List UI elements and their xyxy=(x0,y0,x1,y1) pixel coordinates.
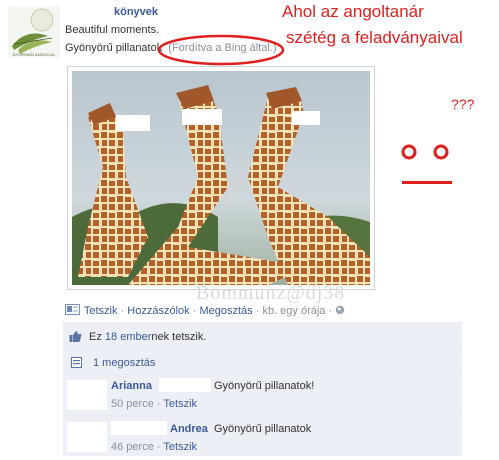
share-icon xyxy=(71,357,82,368)
separator-dot: · xyxy=(255,305,260,317)
comment-link[interactable]: Hozzászólok xyxy=(127,305,189,317)
likes-prefix: Ez xyxy=(89,331,105,343)
comment-item: Arianna Gyönyörű pillanatok! 50 perce · … xyxy=(63,375,462,415)
commenter-avatar[interactable] xyxy=(67,422,107,452)
comment-text: Gyönyörű pillanatok! xyxy=(214,380,315,392)
comment-meta: 46 perce · Tetszik xyxy=(111,441,197,453)
post-text-english: Beautiful moments. xyxy=(65,24,160,36)
post-timestamp[interactable]: kb. egy órája xyxy=(262,305,325,317)
leaf-logo-icon xyxy=(8,6,60,58)
likes-text: Ez 18 embernek tetszik. xyxy=(89,331,206,343)
post-author-name[interactable]: könyvek xyxy=(114,6,158,18)
logo-caption: GYORSAN ANGOLUL xyxy=(12,52,56,57)
comment-item: Andrea Gyönyörű pillanatok 46 perce · Te… xyxy=(63,416,462,456)
separator-dot: · xyxy=(328,305,333,317)
like-icon xyxy=(65,304,80,315)
annotation-question: ??? xyxy=(451,96,475,112)
comment-time[interactable]: 50 perce xyxy=(111,398,154,410)
comment-meta: 50 perce · Tetszik xyxy=(111,398,197,410)
likes-suffix: nek tetszik. xyxy=(151,331,207,343)
separator-dot: · xyxy=(156,441,161,453)
annotation-title-line2: szétég a feladványaival xyxy=(286,28,463,47)
likes-panel: Ez 18 embernek tetszik. xyxy=(63,322,462,350)
separator-dot: · xyxy=(156,398,161,410)
share-link[interactable]: Megosztás xyxy=(199,305,252,317)
annotation-ellipse xyxy=(157,34,285,66)
page-avatar[interactable]: GYORSAN ANGOLUL xyxy=(8,6,60,58)
thumbs-up-icon xyxy=(69,331,82,342)
comment-time[interactable]: 46 perce xyxy=(111,441,154,453)
likes-people-link[interactable]: 18 ember xyxy=(105,331,151,343)
comment-like-link[interactable]: Tetszik xyxy=(163,398,197,410)
comment-author[interactable]: Arianna xyxy=(111,380,152,392)
comment-author[interactable]: Andrea xyxy=(170,423,208,435)
separator-dot: · xyxy=(120,305,125,317)
annotation-title-line1: Ahol az angoltanár xyxy=(282,2,424,21)
separator-dot: · xyxy=(192,305,197,317)
watermark-text: Bommunz@dj38 xyxy=(196,282,346,304)
redacted-first-name xyxy=(111,421,167,435)
post-photo[interactable] xyxy=(67,66,375,290)
giraffes-photo-image xyxy=(72,71,370,285)
shares-link[interactable]: 1 megosztás xyxy=(93,357,155,369)
like-link[interactable]: Tetszik xyxy=(84,305,118,317)
comment-text: Gyönyörű pillanatok xyxy=(214,423,312,435)
commenter-avatar[interactable] xyxy=(67,380,107,410)
redacted-surname xyxy=(159,378,211,392)
translation-text: Gyönyörű pillanatok xyxy=(65,42,163,54)
globe-icon[interactable] xyxy=(335,305,345,315)
shares-panel: 1 megosztás xyxy=(63,351,462,374)
post-actions-row: Tetszik · Hozzászólok · Megosztás · kb. … xyxy=(65,303,345,317)
confused-face-icon xyxy=(401,144,452,184)
comment-like-link[interactable]: Tetszik xyxy=(163,441,197,453)
